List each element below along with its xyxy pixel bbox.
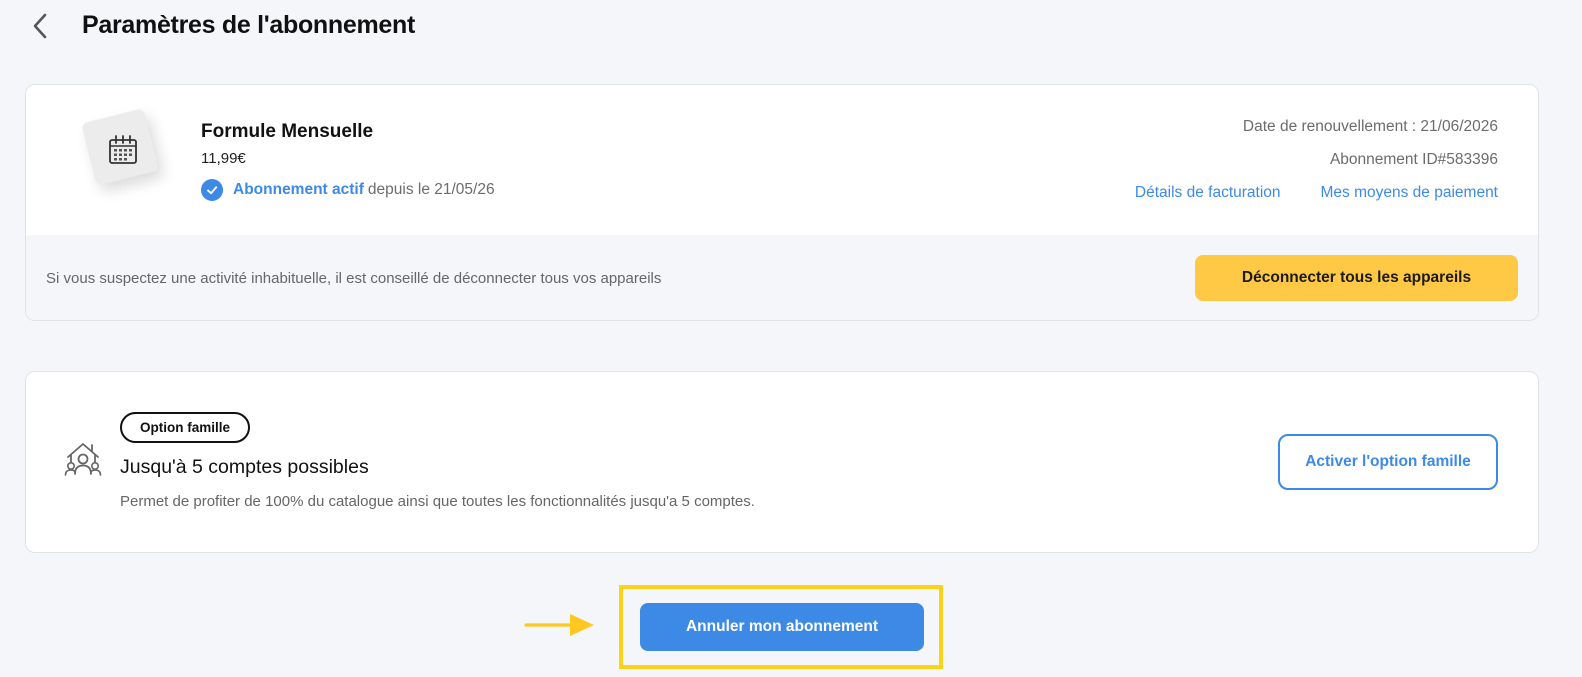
arrow-right-icon	[524, 614, 594, 636]
check-circle-icon	[201, 179, 223, 201]
billing-details-link[interactable]: Détails de facturation	[1135, 184, 1281, 202]
family-option-title: Jusqu'à 5 comptes possibles	[120, 456, 369, 478]
cancel-subscription-button[interactable]: Annuler mon abonnement	[640, 603, 924, 651]
renewal-date: Date de renouvellement : 21/06/2026	[1242, 118, 1498, 135]
subscription-id: Abonnement ID#583396	[1329, 151, 1498, 168]
subscription-summary: Formule Mensuelle 11,99€ Abonnement acti…	[26, 85, 1538, 235]
page-title: Paramètres de l'abonnement	[82, 11, 415, 39]
activate-family-option-button[interactable]: Activer l'option famille	[1278, 434, 1498, 490]
chevron-left-icon	[33, 13, 47, 39]
header: Paramètres de l'abonnement	[0, 0, 1582, 56]
family-option-badge: Option famille	[120, 412, 251, 443]
security-warning: Si vous suspectez une activité inhabitue…	[46, 270, 662, 287]
plan-name: Formule Mensuelle	[201, 121, 374, 142]
disconnect-all-devices-button[interactable]: Déconnecter tous les appareils	[1195, 255, 1518, 301]
subscription-card: Formule Mensuelle 11,99€ Abonnement acti…	[25, 84, 1539, 321]
payment-methods-link[interactable]: Mes moyens de paiement	[1321, 184, 1498, 202]
family-home-icon	[64, 443, 102, 476]
back-button[interactable]	[26, 10, 54, 42]
subscription-status: Abonnement actif depuis le 21/05/26	[201, 179, 495, 201]
status-since: depuis le 21/05/26	[367, 181, 495, 198]
calendar-icon	[109, 135, 137, 164]
security-section: Si vous suspectez une activité inhabitue…	[26, 235, 1538, 320]
plan-icon-tile	[81, 108, 160, 187]
subscription-settings-page: Paramètres de l'abonnement Formule Mensu…	[0, 0, 1582, 677]
status-active-label: Abonnement actif	[233, 181, 364, 198]
plan-price: 11,99€	[201, 150, 246, 167]
family-option-card: Option famille Jusqu'à 5 comptes possibl…	[25, 371, 1539, 553]
subscription-links: Détails de facturation Mes moyens de pai…	[1135, 184, 1498, 202]
family-option-description: Permet de profiter de 100% du catalogue …	[120, 493, 755, 510]
